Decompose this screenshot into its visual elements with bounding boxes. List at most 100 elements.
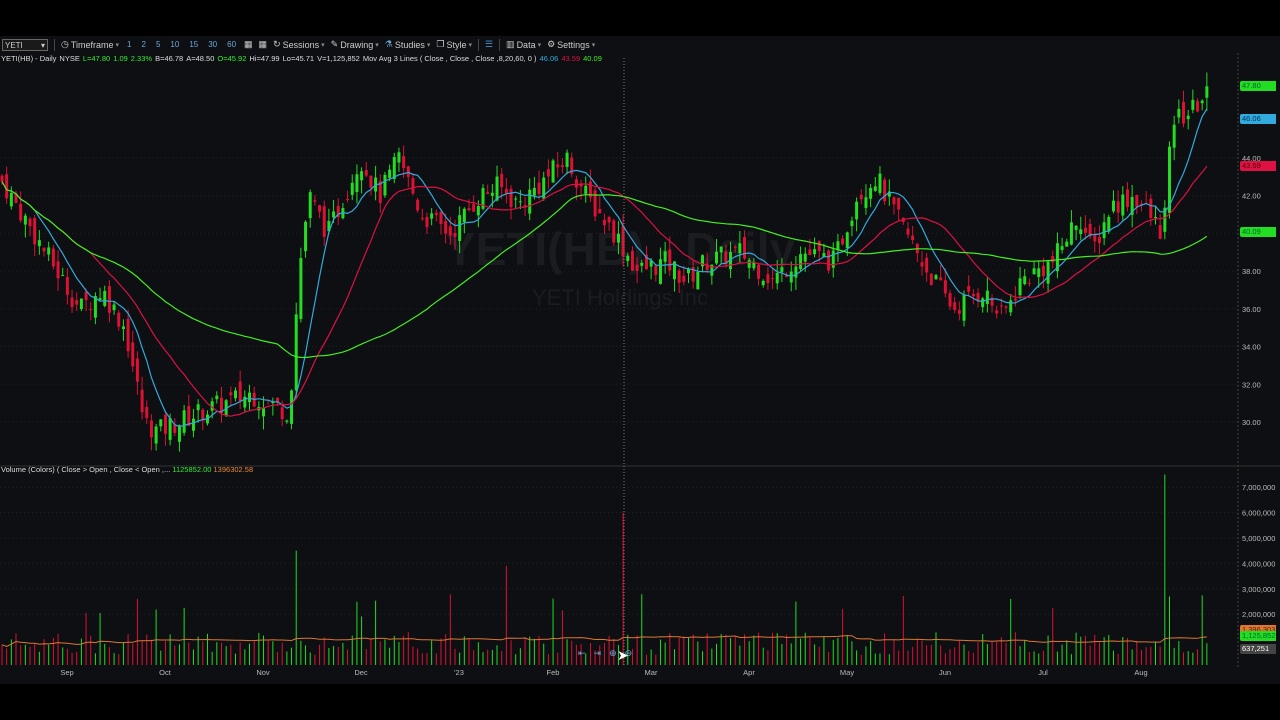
candle-body [985, 290, 989, 304]
candle-body [75, 300, 79, 305]
candle-body [467, 208, 471, 211]
candle-body [1158, 225, 1162, 239]
candle-body [318, 205, 322, 212]
candle-body [112, 304, 116, 311]
candle-body [383, 174, 387, 196]
candle-body [1027, 282, 1031, 284]
candle-body [574, 179, 578, 188]
candle-body [738, 243, 742, 254]
axis-value-tag: 1,125,852 [1240, 631, 1276, 642]
month-label: Nov [256, 668, 270, 677]
month-label: Oct [159, 668, 172, 677]
candle-body [1149, 198, 1153, 218]
candle-body [430, 213, 434, 219]
candle-body [56, 261, 60, 279]
price-chart[interactable]: YETI(HB) - Daily YETI Holdings Inc 44.00… [0, 0, 1280, 684]
candle-body [981, 298, 985, 308]
scroll-left-icon[interactable]: ⇤ [578, 648, 586, 659]
candle-body [406, 166, 410, 177]
candle-body [145, 406, 149, 419]
candle-body [560, 165, 564, 167]
candle-body [355, 174, 359, 193]
candle-body [509, 188, 513, 208]
month-label: Jun [939, 668, 951, 677]
zoom-in-icon[interactable]: ⊕ [609, 648, 617, 659]
candle-body [313, 200, 317, 202]
candle-body [1191, 99, 1195, 110]
candle-body [640, 262, 644, 266]
candle-body [630, 250, 634, 271]
candle-body [234, 390, 237, 399]
candle-body [845, 232, 849, 249]
candle-body [61, 275, 65, 277]
candle-body [621, 225, 625, 256]
candle-body [350, 182, 354, 195]
candle-body [1013, 298, 1017, 301]
candle-body [897, 197, 901, 210]
candle-body [925, 257, 929, 273]
candle-body [294, 314, 298, 391]
candle-body [864, 197, 868, 208]
candle-body [598, 208, 602, 214]
candle-body [332, 211, 336, 218]
candle-body [187, 405, 191, 426]
candle-body [402, 156, 406, 169]
candle-body [163, 414, 167, 434]
candle-body [1182, 101, 1186, 124]
scroll-right-icon[interactable]: ⇥ [594, 648, 602, 659]
candle-body [23, 215, 27, 225]
candle-body [369, 175, 373, 188]
candle-body [873, 186, 877, 191]
candle-body [850, 220, 854, 227]
candle-body [551, 160, 555, 183]
candle-body [51, 248, 55, 267]
candle-body [79, 298, 83, 310]
candle-body [658, 259, 662, 284]
volume-axis-label: 6,000,000 [1242, 509, 1275, 518]
candle-body [308, 192, 312, 219]
candle-body [771, 278, 775, 280]
candle-body [89, 309, 93, 311]
price-axis-label: 36.00 [1242, 305, 1261, 314]
candle-body [584, 185, 588, 194]
price-axis-label: 32.00 [1242, 380, 1261, 389]
candle-body [1051, 256, 1055, 263]
watermark-title: YETI(HB) - Daily [445, 223, 796, 275]
candle-body [131, 342, 135, 367]
candle-body [140, 389, 144, 413]
candle-body [654, 265, 658, 275]
candle-body [995, 310, 999, 314]
candle-body [892, 197, 896, 205]
candle-body [262, 407, 266, 417]
candle-body [37, 240, 41, 247]
candle-body [229, 392, 233, 396]
candle-body [238, 381, 242, 402]
candle-body [906, 228, 910, 235]
candle-body [117, 312, 121, 327]
candle-body [1116, 201, 1120, 213]
month-label: '23 [454, 668, 464, 677]
candle-body [103, 290, 107, 306]
candle-body [971, 293, 975, 297]
candle-body [1125, 189, 1129, 207]
axis-value-tag: 40.09 [1240, 226, 1276, 237]
axis-value-tag: 47.80 [1240, 81, 1276, 92]
candle-body [855, 201, 859, 220]
candle-body [747, 260, 751, 268]
candle-body [976, 292, 980, 301]
candle-body [9, 192, 13, 207]
candle-body [472, 204, 476, 212]
candle-body [920, 262, 924, 267]
candle-body [388, 169, 392, 178]
candle-body [789, 271, 793, 283]
candle-body [518, 201, 522, 203]
axis-value-tag: 637,251 [1240, 643, 1276, 654]
candle-body [556, 164, 560, 168]
candle-body [715, 251, 719, 264]
candle-body [1041, 265, 1045, 277]
candle-body [411, 178, 415, 194]
candle-body [486, 192, 490, 195]
candle-body [869, 187, 873, 199]
candle-body [766, 274, 770, 284]
candle-body [191, 418, 195, 431]
